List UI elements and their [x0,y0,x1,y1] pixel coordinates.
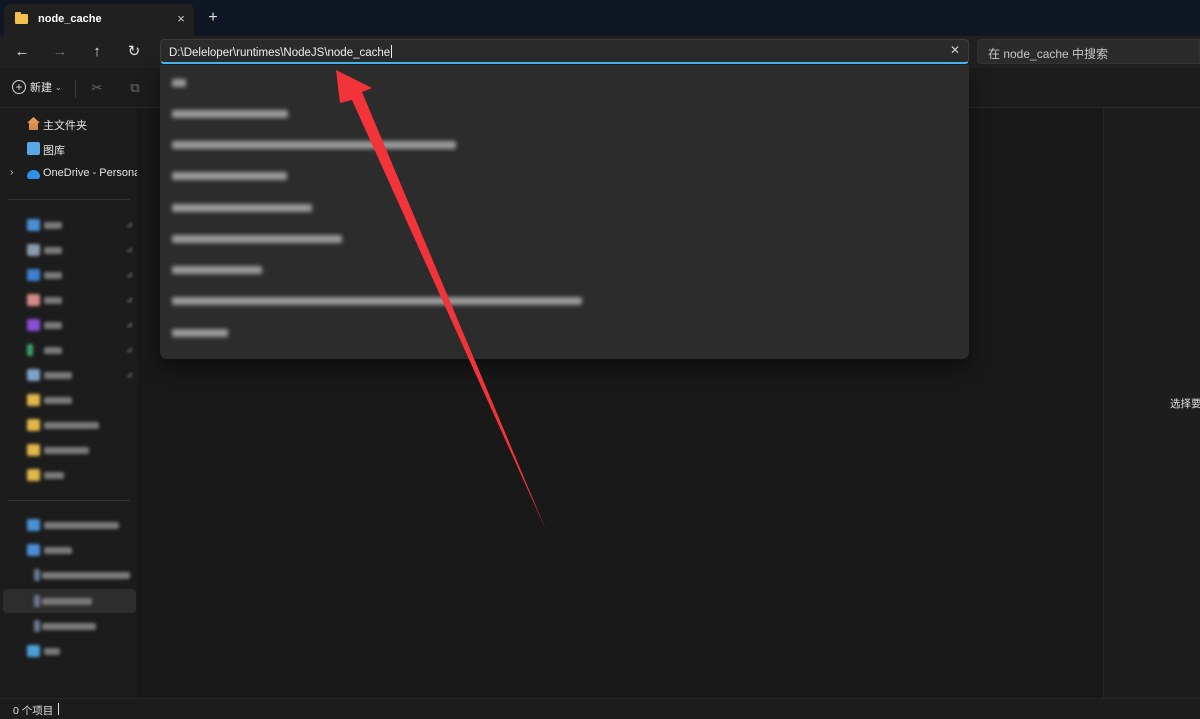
blurred-sidebar-item[interactable] [27,244,65,256]
blurred-sidebar-item[interactable] [34,595,92,607]
blurred-sidebar-item[interactable] [27,444,92,456]
address-text: D:\Deleloper\runtimes\NodeJS\node_cache [169,47,391,59]
pin-icon: ⊿ [126,220,133,229]
details-pane-hint: 选择要 [1170,398,1200,410]
close-tab-icon[interactable]: × [172,10,190,28]
pin-icon: ⊿ [126,245,133,254]
status-bar: 0 个项目 [0,698,1200,719]
clear-address-icon[interactable]: ✕ [950,43,960,57]
blurred-sidebar-item[interactable] [27,469,67,481]
search-placeholder: 在 node_cache 中搜索 [988,47,1109,61]
blurred-sidebar-item[interactable] [34,569,130,581]
sidebar-item-label: 主文件夹 [43,120,87,132]
suggestion-item[interactable] [172,79,186,89]
sidebar-item-onedrive[interactable]: › OneDrive - Personal [0,163,143,185]
pin-icon: ⊿ [126,320,133,329]
pin-icon: ⊿ [126,370,133,379]
suggestion-item[interactable] [172,204,312,214]
sidebar-item-label: OneDrive - Personal [43,167,143,179]
sidebar-item-label: 图库 [43,145,65,157]
chevron-right-icon[interactable]: › [10,167,13,178]
new-tab-button[interactable]: + [204,9,222,27]
suggestion-item[interactable] [172,329,228,339]
blurred-sidebar-item[interactable] [27,645,63,657]
onedrive-icon [27,170,40,179]
title-bar: node_cache × + [0,0,1200,36]
cut-icon[interactable]: ✂ [89,80,105,96]
search-box[interactable]: 在 node_cache 中搜索 [977,39,1200,64]
suggestion-item[interactable] [172,172,287,182]
status-divider [58,703,59,715]
blurred-sidebar-item[interactable] [27,544,75,556]
blurred-sidebar-item[interactable] [27,269,65,281]
new-button[interactable]: + 新建 ⌄ [12,79,62,97]
refresh-icon[interactable]: ↻ [122,41,146,63]
forward-icon[interactable]: → [48,41,72,63]
sidebar-item-gallery[interactable]: 图库 [0,138,137,160]
back-icon[interactable]: ← [10,41,34,63]
address-bar[interactable]: D:\Deleloper\runtimes\NodeJS\node_cache … [160,39,969,64]
new-button-label: 新建 [30,82,52,94]
suggestion-item[interactable] [172,297,582,307]
details-pane: 选择要 [1103,108,1200,698]
up-icon[interactable]: ↑ [85,41,109,63]
pin-icon: ⊿ [126,270,133,279]
text-caret [391,45,393,58]
home-icon [27,117,40,130]
blurred-sidebar-item[interactable] [27,419,102,431]
sidebar-divider [8,199,130,200]
blurred-sidebar-item[interactable] [27,519,122,531]
blurred-sidebar-item[interactable] [27,319,65,331]
address-input[interactable]: D:\Deleloper\runtimes\NodeJS\node_cache [169,45,393,59]
tab-node-cache[interactable]: node_cache × [4,4,194,36]
suggestion-item[interactable] [172,235,342,245]
sidebar-item-home[interactable]: 主文件夹 [0,113,137,135]
blurred-sidebar-item[interactable] [34,620,96,632]
toolbar-divider [75,80,76,98]
item-count: 0 个项目 [13,705,54,717]
pin-icon: ⊿ [126,345,133,354]
plus-circle-icon: + [12,80,26,94]
navigation-bar: ← → ↑ ↻ D:\Deleloper\runtimes\NodeJS\nod… [0,36,1200,68]
copy-icon[interactable]: ⧉ [127,80,143,96]
address-suggestions-dropdown [160,65,969,359]
suggestion-item[interactable] [172,266,262,276]
blurred-sidebar-item[interactable] [27,369,75,381]
folder-icon [15,12,28,24]
suggestion-item[interactable] [172,110,288,120]
tab-title: node_cache [38,13,102,25]
pin-icon: ⊿ [126,295,133,304]
blurred-sidebar-item[interactable] [27,344,65,356]
gallery-icon [27,142,40,155]
sidebar-divider [8,500,130,501]
suggestion-item[interactable] [172,141,456,151]
blurred-sidebar-item[interactable] [27,294,65,306]
blurred-sidebar-item[interactable] [27,219,65,231]
navigation-pane: 主文件夹 图库 › OneDrive - Personal ⊿ ⊿ ⊿ ⊿ ⊿ … [0,108,143,698]
chevron-down-icon: ⌄ [55,82,62,92]
blurred-sidebar-item[interactable] [27,394,75,406]
